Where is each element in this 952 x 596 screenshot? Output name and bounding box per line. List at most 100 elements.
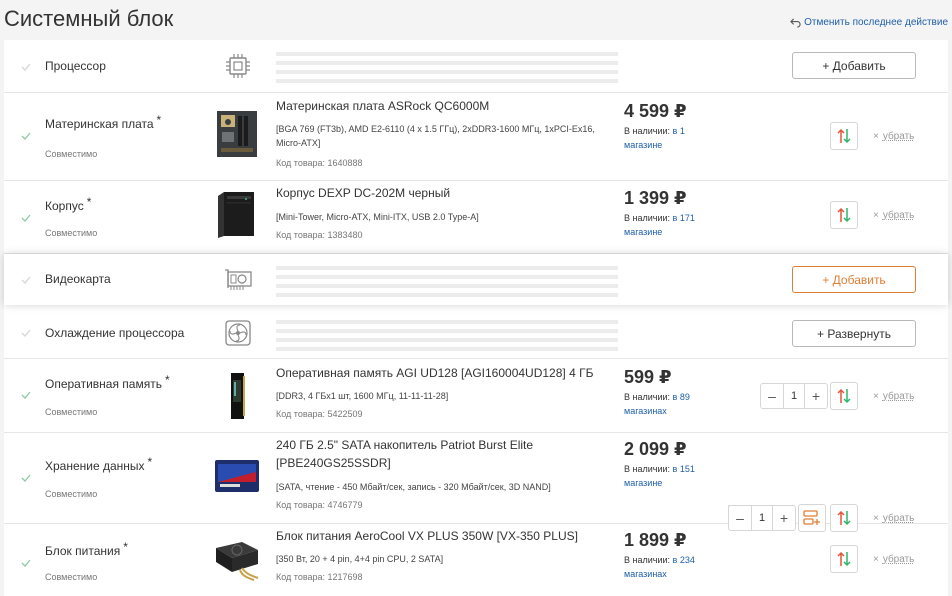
product-title[interactable]: Блок питания AeroCool VX PLUS 350W [VX-3… xyxy=(276,527,606,545)
swap-arrows-icon xyxy=(837,510,851,526)
price: 599 ₽ xyxy=(624,367,672,387)
check-icon xyxy=(21,473,31,483)
price: 4 599 ₽ xyxy=(624,101,687,121)
storage-config-icon xyxy=(803,510,820,525)
category-name: Видеокарта xyxy=(45,272,111,286)
price: 1 399 ₽ xyxy=(624,188,687,208)
configure-button[interactable] xyxy=(798,504,826,532)
row-motherboard: Материнская плата * Совместимо Материнска… xyxy=(4,93,948,181)
check-icon xyxy=(21,275,31,285)
skeleton-line xyxy=(276,329,618,333)
close-icon: × xyxy=(873,554,879,565)
increment-button[interactable]: + xyxy=(805,384,827,408)
check-icon xyxy=(21,213,31,223)
close-icon: × xyxy=(873,131,879,142)
row-case: Корпус * Совместимо Корпус DEXP DC-202M ч… xyxy=(4,181,948,254)
product-code: Код товара: 1217698 xyxy=(276,572,363,582)
skeleton-line xyxy=(276,320,618,324)
product-title[interactable]: Оперативная память AGI UD128 [AGI160004U… xyxy=(276,364,606,382)
skeleton-line xyxy=(276,338,618,342)
replace-button[interactable] xyxy=(830,382,858,410)
replace-button[interactable] xyxy=(830,122,858,150)
quantity-stepper[interactable]: – 1 + xyxy=(760,383,828,409)
increment-button[interactable]: + xyxy=(773,506,795,530)
compat-label: Совместимо xyxy=(45,228,98,238)
product-image[interactable] xyxy=(212,371,262,421)
remove-link[interactable]: × убрать xyxy=(873,391,914,402)
category-name: Оперативная память * xyxy=(45,373,170,391)
availability: В наличии: в 89 магазинах xyxy=(624,392,690,416)
undo-link[interactable]: Отменить последнее действие xyxy=(790,17,948,28)
required-mark: * xyxy=(123,540,128,554)
product-specs: [Mini-Tower, Micro-ATX, Mini-ITX, USB 2.… xyxy=(276,212,479,222)
skeleton-line xyxy=(276,266,618,270)
check-icon xyxy=(21,390,31,400)
category-name: Корпус * xyxy=(45,195,92,213)
row-cooling: Охлаждение процессора + Развернуть xyxy=(4,305,948,359)
product-title[interactable]: Корпус DEXP DC-202M черный xyxy=(276,184,606,202)
availability: В наличии: в 234 магазинах xyxy=(624,555,695,579)
close-icon: × xyxy=(873,210,879,221)
remove-link[interactable]: × убрать xyxy=(873,554,914,565)
skeleton-line xyxy=(276,293,618,297)
replace-button[interactable] xyxy=(830,504,858,532)
skeleton-line xyxy=(276,347,618,351)
product-title[interactable]: Материнская плата ASRock QC6000M xyxy=(276,97,606,115)
compat-label: Совместимо xyxy=(45,572,98,582)
product-image[interactable] xyxy=(212,109,262,159)
compat-label: Совместимо xyxy=(45,149,98,159)
add-cpu-button[interactable]: + Добавить xyxy=(792,52,916,79)
availability: В наличии: в 151 магазине xyxy=(624,464,695,488)
compat-label: Совместимо xyxy=(45,407,98,417)
product-code: Код товара: 5422509 xyxy=(276,409,363,419)
quantity-value[interactable]: 1 xyxy=(751,506,773,530)
check-icon xyxy=(21,328,31,338)
row-ram: Оперативная память * Совместимо Оперативн… xyxy=(4,359,948,433)
remove-link[interactable]: × убрать xyxy=(873,513,914,524)
product-image[interactable] xyxy=(212,535,262,585)
configurator-panel: Процессор + Добавить Материнская плата * … xyxy=(4,40,948,596)
expand-cooling-button[interactable]: + Развернуть xyxy=(792,320,916,347)
required-mark: * xyxy=(147,455,153,469)
check-icon xyxy=(21,558,31,568)
page-title: Системный блок xyxy=(4,6,174,31)
compat-label: Совместимо xyxy=(45,489,98,499)
required-mark: * xyxy=(156,113,162,127)
category-name: Охлаждение процессора xyxy=(45,326,185,340)
swap-arrows-icon xyxy=(837,388,851,404)
product-code: Код товара: 4746779 xyxy=(276,500,363,510)
product-specs: [350 Вт, 20 + 4 pin, 4+4 pin CPU, 2 SATA… xyxy=(276,554,444,564)
product-code: Код товара: 1640888 xyxy=(276,158,363,168)
skeleton-line xyxy=(276,52,618,56)
skeleton-line xyxy=(276,275,618,279)
category-name: Хранение данных * xyxy=(45,455,153,473)
price: 2 099 ₽ xyxy=(624,439,687,459)
skeleton-line xyxy=(276,79,618,83)
quantity-value[interactable]: 1 xyxy=(783,384,805,408)
price: 1 899 ₽ xyxy=(624,530,687,550)
remove-link[interactable]: × убрать xyxy=(873,210,914,221)
replace-button[interactable] xyxy=(830,545,858,573)
category-name: Блок питания * xyxy=(45,540,128,558)
undo-label: Отменить последнее действие xyxy=(804,17,948,28)
remove-link[interactable]: × убрать xyxy=(873,131,914,142)
category-name: Процессор xyxy=(45,59,106,73)
swap-arrows-icon xyxy=(837,128,851,144)
check-icon xyxy=(21,62,31,72)
product-image[interactable] xyxy=(212,451,262,501)
add-gpu-button[interactable]: + Добавить xyxy=(792,266,916,293)
skeleton-line xyxy=(276,61,618,65)
quantity-stepper[interactable]: – 1 + xyxy=(728,505,796,531)
decrement-button[interactable]: – xyxy=(761,384,783,408)
cpu-icon xyxy=(223,51,253,81)
swap-arrows-icon xyxy=(837,207,851,223)
product-specs: [SATA, чтение - 450 Мбайт/сек, запись - … xyxy=(276,482,551,492)
product-title[interactable]: 240 ГБ 2.5" SATA накопитель Patriot Burs… xyxy=(276,436,606,472)
skeleton-line xyxy=(276,284,618,288)
close-icon: × xyxy=(873,513,879,524)
row-psu: Блок питания * Совместимо Блок питания Ae… xyxy=(4,524,948,596)
decrement-button[interactable]: – xyxy=(729,506,751,530)
availability: В наличии: в 171 магазине xyxy=(624,213,695,237)
product-image[interactable] xyxy=(212,190,262,240)
replace-button[interactable] xyxy=(830,201,858,229)
